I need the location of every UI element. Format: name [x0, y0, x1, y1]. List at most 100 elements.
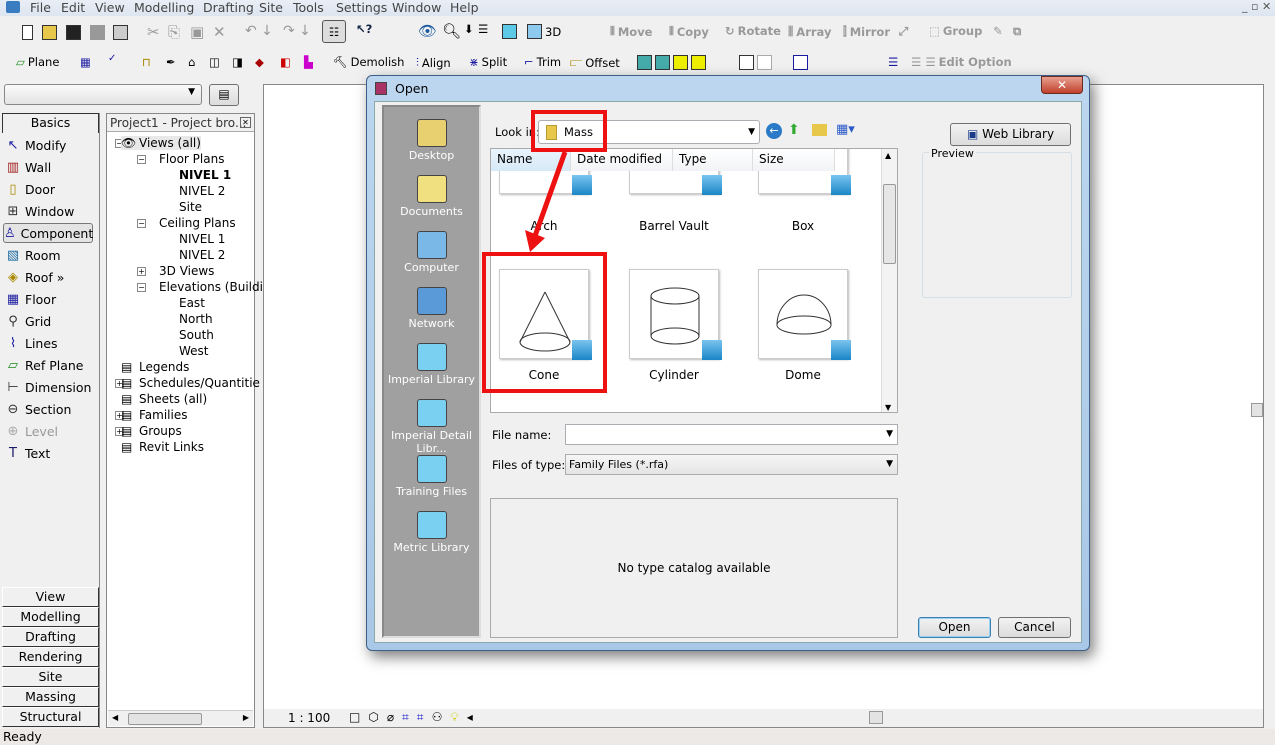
design-options-icon[interactable]: ☰ [888, 55, 898, 69]
place-item[interactable]: Documents [384, 175, 479, 218]
file-name-input[interactable]: ▼ [565, 424, 898, 445]
copy-button[interactable]: ⫴ Copy [669, 24, 709, 39]
design-bar-item[interactable]: ▯ Door [6, 179, 55, 199]
menu-help[interactable]: Help [450, 0, 479, 15]
tab-basics[interactable]: Basics [2, 113, 99, 133]
split-button[interactable]: ⋇ Split [469, 55, 507, 69]
tree-node[interactable]: NIVEL 1 [179, 168, 231, 182]
menu-window[interactable]: Window [392, 0, 441, 15]
view-3d-button[interactable]: 3D [527, 24, 561, 39]
zoom-menu-icon[interactable]: ⬇ [464, 22, 474, 36]
tree-node[interactable]: Site [179, 200, 202, 214]
column-type[interactable]: Type [673, 149, 753, 171]
place-item[interactable]: Network [384, 287, 479, 330]
pin-icon[interactable]: ✎ [993, 24, 1003, 38]
tree-node[interactable]: ▤ Revit Links [121, 440, 204, 454]
menu-modelling[interactable]: Modelling [134, 0, 194, 15]
column-size[interactable]: Size [753, 149, 835, 171]
shading-icon[interactable] [502, 24, 517, 39]
horizontal-scrollbar[interactable]: ◀ ▶ [108, 710, 253, 726]
save-icon[interactable] [66, 25, 81, 40]
place-item[interactable]: Training Files [384, 455, 479, 498]
tree-node[interactable]: 👁 Views (all) [121, 136, 201, 150]
new-folder-icon[interactable] [812, 124, 827, 136]
file-thumbnail[interactable] [629, 269, 722, 360]
vertical-scroll-thumb[interactable] [1251, 403, 1263, 417]
paste-icon[interactable]: ▣ [190, 23, 204, 41]
design-bar-item[interactable]: ▱ Ref Plane [6, 355, 83, 375]
back-icon[interactable]: ← [766, 123, 782, 139]
offset-button[interactable]: ⫍ Offset [570, 55, 620, 70]
measure-icon[interactable]: ⊓ [142, 55, 151, 69]
tree-node[interactable]: Elevations (Building [159, 280, 278, 294]
tree-node[interactable]: Ceiling Plans [159, 216, 236, 230]
place-item[interactable]: Computer [384, 231, 479, 274]
design-bar-item[interactable]: ▥ Wall [6, 157, 51, 177]
paint-icon[interactable]: ◆ [255, 55, 264, 69]
design-bar-tab[interactable]: Structural [2, 707, 99, 727]
split-face-icon[interactable]: ◧ [280, 55, 291, 69]
column-date-modified[interactable]: Date modified [571, 149, 673, 171]
sync-icon[interactable] [90, 25, 105, 40]
menu-file[interactable]: File [30, 0, 51, 15]
tree-node[interactable]: Floor Plans [159, 152, 224, 166]
inquiry-icon[interactable] [793, 55, 808, 70]
thin-lines-icon[interactable]: ☰ [478, 22, 488, 36]
copy-icon[interactable]: ⎘ [168, 23, 180, 41]
design-bar-item[interactable]: ▧ Room [6, 245, 61, 265]
open-icon[interactable] [42, 25, 57, 40]
edit-option-icons[interactable] [637, 55, 706, 70]
design-bar-tab[interactable]: Site [2, 667, 99, 687]
menu-view[interactable]: View [95, 0, 125, 15]
cut-icon[interactable]: ✂ [147, 23, 160, 41]
file-name[interactable]: Dome [743, 368, 863, 382]
tree-node[interactable]: ▤ Schedules/Quantitie [121, 376, 260, 390]
design-bar-item[interactable]: ↖ Modify [6, 135, 67, 155]
file-name[interactable]: Barrel Vault [614, 219, 734, 233]
tree-node[interactable]: South [179, 328, 214, 342]
tree-node[interactable]: North [179, 312, 213, 326]
tree-node[interactable]: West [179, 344, 209, 358]
design-bar-item[interactable]: ◈ Roof » [6, 267, 64, 287]
menu-tools[interactable]: Tools [293, 0, 324, 15]
tree-toggle[interactable]: − [137, 155, 146, 164]
file-thumbnail[interactable] [758, 269, 851, 360]
file-name[interactable]: Cylinder [614, 368, 734, 382]
whats-this-icon[interactable]: ↖? [356, 22, 372, 36]
new-icon[interactable] [22, 25, 33, 40]
menu-edit[interactable]: Edit [61, 0, 85, 15]
menu-site[interactable]: Site [259, 0, 283, 15]
spelling-icon[interactable]: ✓ [108, 53, 116, 64]
file-name[interactable]: Box [743, 219, 863, 233]
cancel-button[interactable]: Cancel [998, 617, 1071, 638]
print-icon[interactable] [113, 25, 128, 40]
grid-toggle-icon[interactable]: ▦ [80, 55, 91, 69]
resize-icon[interactable]: ⤢ [899, 24, 908, 39]
undo-icon[interactable]: ↶ ↓ [245, 23, 273, 39]
align-button[interactable]: ⫶ Align [416, 55, 451, 70]
files-of-type-dropdown[interactable]: Family Files (*.rfa) ▼ [565, 454, 898, 475]
unpin-icon[interactable]: ⧉ [1013, 24, 1021, 39]
demolish-button[interactable]: 🔨︎ Demolish [333, 55, 404, 69]
trim-button[interactable]: ⌐ Trim [524, 55, 561, 69]
match-icon[interactable]: ✒ [166, 55, 176, 69]
design-bar-item[interactable]: ⊞ Window [6, 201, 75, 221]
design-bar-tab[interactable]: Rendering [2, 647, 99, 667]
views-menu-icon[interactable]: ▦▾ [836, 122, 855, 137]
design-bar-tab[interactable]: Modelling [2, 607, 99, 627]
tree-toggle[interactable]: − [137, 219, 146, 228]
tree-toggle[interactable]: − [137, 283, 146, 292]
dialog-close-button[interactable]: ✕ [1041, 76, 1083, 94]
type-properties-icon[interactable]: ⌂ [188, 55, 195, 69]
plane-button[interactable]: ▱ Plane [16, 55, 59, 69]
design-bar-tab[interactable]: Drafting [2, 627, 99, 647]
wall-joins-icon[interactable]: ▙ [304, 55, 313, 69]
up-folder-icon[interactable]: ⬆ [788, 122, 800, 138]
close-icon[interactable]: ✕ [240, 117, 251, 128]
place-item[interactable]: Imperial Library [384, 343, 479, 386]
vertical-scrollbar[interactable]: ▲ ▼ [881, 149, 897, 412]
mirror-button[interactable]: ⫿ Mirror [843, 24, 890, 39]
array-button[interactable]: ⫼ Array [788, 24, 831, 39]
web-library-button[interactable]: ▣ Web Library [950, 123, 1071, 146]
menu-settings[interactable]: Settings [336, 0, 387, 15]
